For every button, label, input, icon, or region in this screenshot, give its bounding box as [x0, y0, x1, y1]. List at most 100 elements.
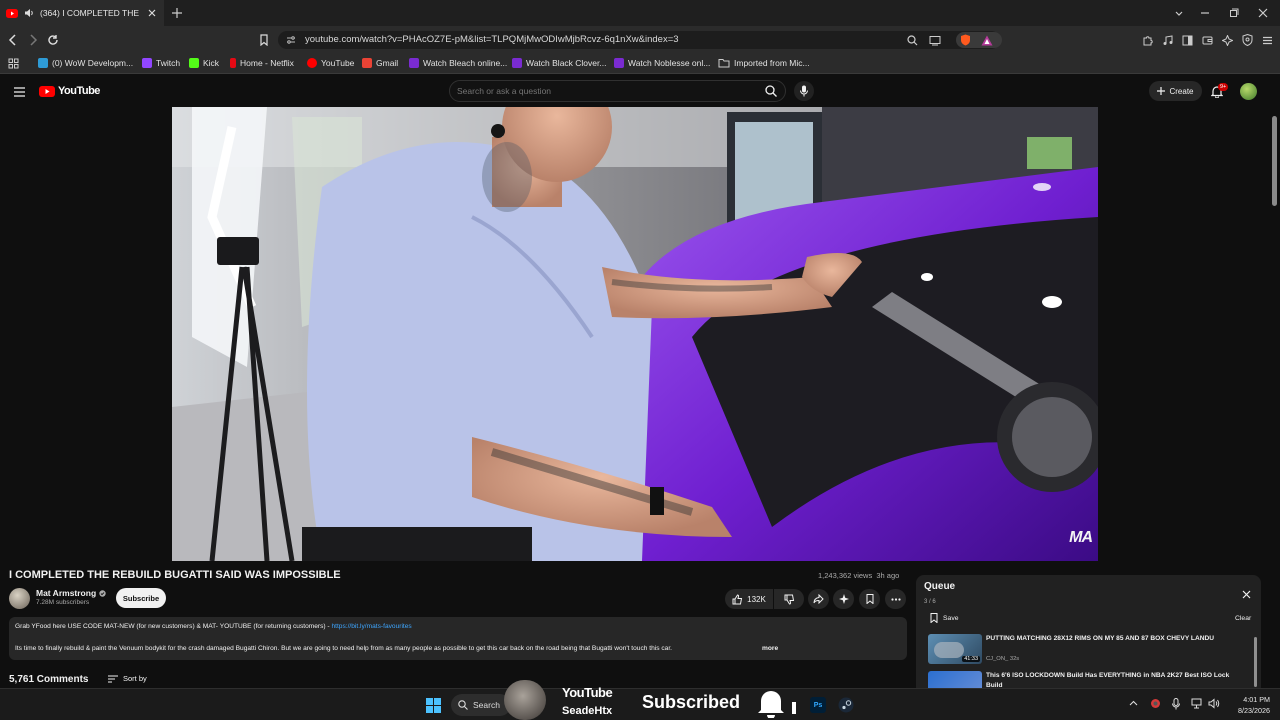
bookmark-page-icon[interactable] — [258, 34, 270, 46]
site-info-icon[interactable] — [285, 34, 297, 46]
reload-icon[interactable] — [47, 34, 59, 46]
bookmark-item[interactable]: Watch Black Clover... — [512, 57, 606, 69]
bookmark-item[interactable]: Watch Bleach online... — [409, 57, 507, 69]
youtube-logo-text: YouTube — [58, 85, 100, 97]
system-clock[interactable]: 4:01 PM 8/23/2026 — [1228, 694, 1270, 716]
upload-age: 3h ago — [876, 571, 900, 580]
verified-icon — [99, 589, 106, 597]
view-count: 1,243,362 views — [818, 571, 873, 580]
channel-avatar[interactable] — [9, 588, 30, 609]
youtube-logo[interactable]: YouTube — [39, 85, 100, 97]
queue-clear-button[interactable]: Clear — [1235, 615, 1251, 622]
overlay-app-name: YouTube — [562, 685, 613, 700]
tray-app-icon[interactable] — [1150, 698, 1161, 709]
bookmark-item[interactable]: Home - Netflix — [230, 57, 294, 69]
page-scrollbar-thumb[interactable] — [1272, 116, 1277, 206]
description-link[interactable]: https://bit.ly/mats-favourites — [331, 623, 411, 630]
back-icon[interactable] — [7, 34, 19, 46]
minimize-icon[interactable] — [1199, 7, 1211, 19]
bookmark-item[interactable]: Gmail — [362, 57, 398, 69]
more-actions-button[interactable] — [885, 589, 906, 609]
volume-icon[interactable] — [1208, 698, 1220, 709]
browser-menu-icon[interactable] — [1261, 34, 1273, 46]
browser-tab[interactable]: (364) I COMPLETED THE REBUI — [0, 0, 164, 26]
queue-save-label: Save — [943, 614, 959, 622]
video-description[interactable]: Grab YFood here USE CODE MAT-NEW (for ne… — [9, 617, 907, 660]
wallet-icon[interactable] — [1201, 34, 1213, 46]
close-window-icon[interactable] — [1257, 7, 1269, 19]
zoom-search-icon[interactable] — [906, 34, 918, 46]
ask-ai-button[interactable] — [833, 589, 854, 609]
queue-save-button[interactable]: Save — [930, 613, 959, 623]
create-button[interactable]: Create — [1149, 81, 1202, 101]
bookmark-favicon-icon — [142, 58, 152, 68]
bookmark-icon — [866, 594, 874, 604]
new-tab-icon[interactable] — [171, 7, 183, 19]
media-controls-icon[interactable] — [1161, 34, 1173, 46]
cast-icon[interactable] — [929, 34, 941, 46]
more-horizontal-icon — [890, 597, 901, 601]
speaker-icon[interactable] — [23, 7, 35, 19]
photoshop-icon[interactable]: Ps — [810, 697, 826, 713]
restore-icon[interactable] — [1228, 7, 1240, 19]
voice-search-button[interactable] — [794, 81, 814, 101]
bookmark-favicon-icon — [307, 58, 317, 68]
bookmark-label: (0) WoW Developm... — [52, 58, 134, 68]
thumbs-up-icon — [732, 593, 743, 605]
like-button[interactable]: 132K — [725, 589, 773, 609]
subscriber-avatar — [504, 680, 546, 720]
bookmark-label: YouTube — [321, 58, 355, 68]
youtube-logo-icon — [39, 85, 55, 97]
channel-watermark: MA — [1069, 529, 1093, 546]
apps-grid-icon[interactable] — [7, 57, 19, 69]
bookmark-folder[interactable]: Imported from Mic... — [718, 57, 810, 69]
steam-icon[interactable] — [838, 697, 854, 713]
bookmark-label: Home - Netflix — [240, 58, 294, 68]
channel-name[interactable]: Mat Armstrong — [36, 588, 96, 598]
bookmark-item[interactable]: YouTube — [307, 57, 354, 69]
queue-item[interactable]: 41:33 PUTTING MATCHING 28X12 RIMS ON MY … — [928, 634, 1248, 666]
tab-search-chevron-icon[interactable] — [1173, 7, 1185, 19]
queue-position: 3 / 6 — [924, 599, 936, 605]
search-icon[interactable] — [765, 85, 777, 97]
avatar[interactable] — [1240, 83, 1257, 100]
microphone-tray-icon[interactable] — [1172, 698, 1180, 710]
forward-icon[interactable] — [27, 34, 39, 46]
bookmark-item[interactable]: Twitch — [142, 57, 180, 69]
bookmark-item[interactable]: (0) WoW Developm... — [38, 57, 133, 69]
url-text[interactable]: youtube.com/watch?v=PHAcOZ7E-pM&list=TLP… — [305, 34, 679, 45]
tab-title: (364) I COMPLETED THE REBUI — [40, 8, 141, 18]
search-box[interactable] — [449, 80, 786, 102]
bookmark-item[interactable]: Watch Noblesse onl... — [614, 57, 710, 69]
save-to-playlist-button[interactable] — [859, 589, 880, 609]
leo-ai-icon[interactable] — [1221, 34, 1233, 46]
page-scrollbar[interactable] — [1270, 100, 1278, 686]
close-queue-icon[interactable] — [1242, 590, 1251, 599]
youtube-favicon-icon — [6, 7, 18, 19]
brave-rewards-icon[interactable] — [981, 34, 993, 46]
sort-comments-button[interactable]: Sort by — [108, 674, 147, 683]
thumbs-down-icon — [784, 594, 795, 605]
bell-icon — [757, 688, 785, 718]
queue-scrollbar[interactable] — [1254, 637, 1257, 687]
brave-shield-icon[interactable] — [959, 34, 971, 46]
clock-time: 4:01 PM — [1243, 695, 1270, 704]
extensions-icon[interactable] — [1141, 34, 1153, 46]
taskbar-search-label: Search — [473, 700, 500, 710]
sidebar-toggle-icon[interactable] — [1181, 34, 1193, 46]
description-more[interactable]: more — [762, 645, 778, 652]
vpn-icon[interactable] — [1241, 34, 1253, 46]
bookmark-item[interactable]: Kick — [189, 57, 219, 69]
show-hidden-icons-icon[interactable] — [1129, 700, 1138, 706]
network-icon[interactable] — [1191, 698, 1203, 709]
clock-date: 8/23/2026 — [1238, 706, 1270, 715]
close-tab-icon[interactable] — [146, 7, 158, 19]
hamburger-menu-icon[interactable] — [13, 86, 25, 98]
subscribe-button[interactable]: Subscribe — [116, 588, 166, 608]
search-input[interactable] — [457, 84, 747, 98]
share-button[interactable] — [808, 589, 829, 609]
video-player[interactable]: MA — [172, 107, 1098, 561]
windows-start-icon[interactable] — [426, 698, 441, 713]
dislike-button[interactable] — [774, 589, 804, 609]
create-label: Create — [1169, 86, 1194, 96]
